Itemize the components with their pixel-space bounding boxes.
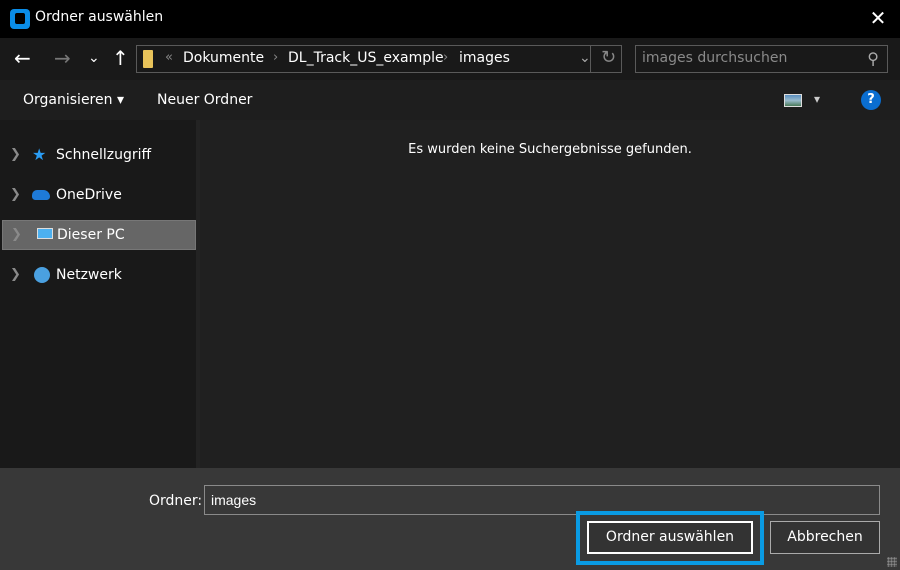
dialog-footer: Ordner: Ordner auswählen Abbrechen <box>0 468 900 570</box>
sidebar-item-netzwerk[interactable]: ❯ Netzwerk <box>2 261 196 291</box>
cloud-icon <box>32 190 50 200</box>
window-title: Ordner auswählen <box>35 9 164 25</box>
folder-icon <box>143 50 153 68</box>
app-icon <box>10 9 30 29</box>
resize-grip[interactable] <box>887 557 897 567</box>
file-list: Es wurden keine Suchergebnisse gefunden. <box>200 120 900 468</box>
sidebar-item-dieser-pc[interactable]: ❯ Dieser PC <box>2 220 196 250</box>
search-icon[interactable]: ⚲ <box>867 49 879 68</box>
recent-locations-button[interactable]: ⌄ <box>88 46 100 70</box>
refresh-button[interactable]: ↻ <box>601 47 616 68</box>
divider <box>590 46 591 72</box>
back-button[interactable]: ← <box>14 46 31 70</box>
view-icon[interactable] <box>784 94 802 107</box>
breadcrumb-separator[interactable]: › <box>443 50 448 65</box>
search-box[interactable]: images durchsuchen ⚲ <box>635 45 888 73</box>
select-folder-button[interactable]: Ordner auswählen <box>587 521 753 554</box>
cancel-button[interactable]: Abbrechen <box>770 521 880 554</box>
breadcrumb-dokumente[interactable]: Dokumente <box>183 50 264 66</box>
folder-name-input[interactable] <box>204 485 880 515</box>
title-bar: Ordner auswählen ✕ <box>0 0 900 38</box>
folder-label: Ordner: <box>149 493 203 509</box>
expand-chevron-icon[interactable]: ❯ <box>10 187 21 202</box>
network-icon <box>34 267 50 283</box>
organize-menu[interactable]: Organisieren ▾ <box>23 92 124 108</box>
sidebar-item-label: Schnellzugriff <box>56 147 152 163</box>
sidebar-item-onedrive[interactable]: ❯ OneDrive <box>2 181 196 211</box>
overflow-chevron[interactable]: « <box>165 50 173 65</box>
sidebar-item-label: OneDrive <box>56 187 122 203</box>
sidebar-item-schnellzugriff[interactable]: ❯ ★ Schnellzugriff <box>2 141 196 171</box>
address-dropdown-button[interactable]: ⌄ <box>579 50 591 66</box>
up-button[interactable]: ↑ <box>112 46 129 70</box>
star-icon: ★ <box>32 145 47 164</box>
new-folder-button[interactable]: Neuer Ordner <box>157 92 252 108</box>
sidebar-item-label: Netzwerk <box>56 267 122 283</box>
address-bar[interactable]: « Dokumente › DL_Track_US_example › imag… <box>136 45 622 73</box>
command-bar: Organisieren ▾ Neuer Ordner ▾ ? <box>0 80 900 120</box>
search-placeholder[interactable]: images durchsuchen <box>642 50 787 66</box>
forward-button[interactable]: → <box>54 46 71 70</box>
navigation-pane: ❯ ★ Schnellzugriff ❯ OneDrive ❯ Dieser P… <box>0 120 196 468</box>
empty-message: Es wurden keine Suchergebnisse gefunden. <box>408 142 692 157</box>
expand-chevron-icon[interactable]: ❯ <box>10 267 21 282</box>
breadcrumb-images[interactable]: images <box>459 50 510 66</box>
breadcrumb-separator[interactable]: › <box>273 50 278 65</box>
close-button[interactable]: ✕ <box>856 0 900 38</box>
sidebar-item-label: Dieser PC <box>57 227 125 243</box>
breadcrumb-dl-track[interactable]: DL_Track_US_example <box>288 50 444 66</box>
computer-icon <box>37 228 53 239</box>
expand-chevron-icon[interactable]: ❯ <box>11 227 22 242</box>
view-menu-arrow[interactable]: ▾ <box>814 92 820 106</box>
expand-chevron-icon[interactable]: ❯ <box>10 147 21 162</box>
help-button[interactable]: ? <box>861 90 881 110</box>
